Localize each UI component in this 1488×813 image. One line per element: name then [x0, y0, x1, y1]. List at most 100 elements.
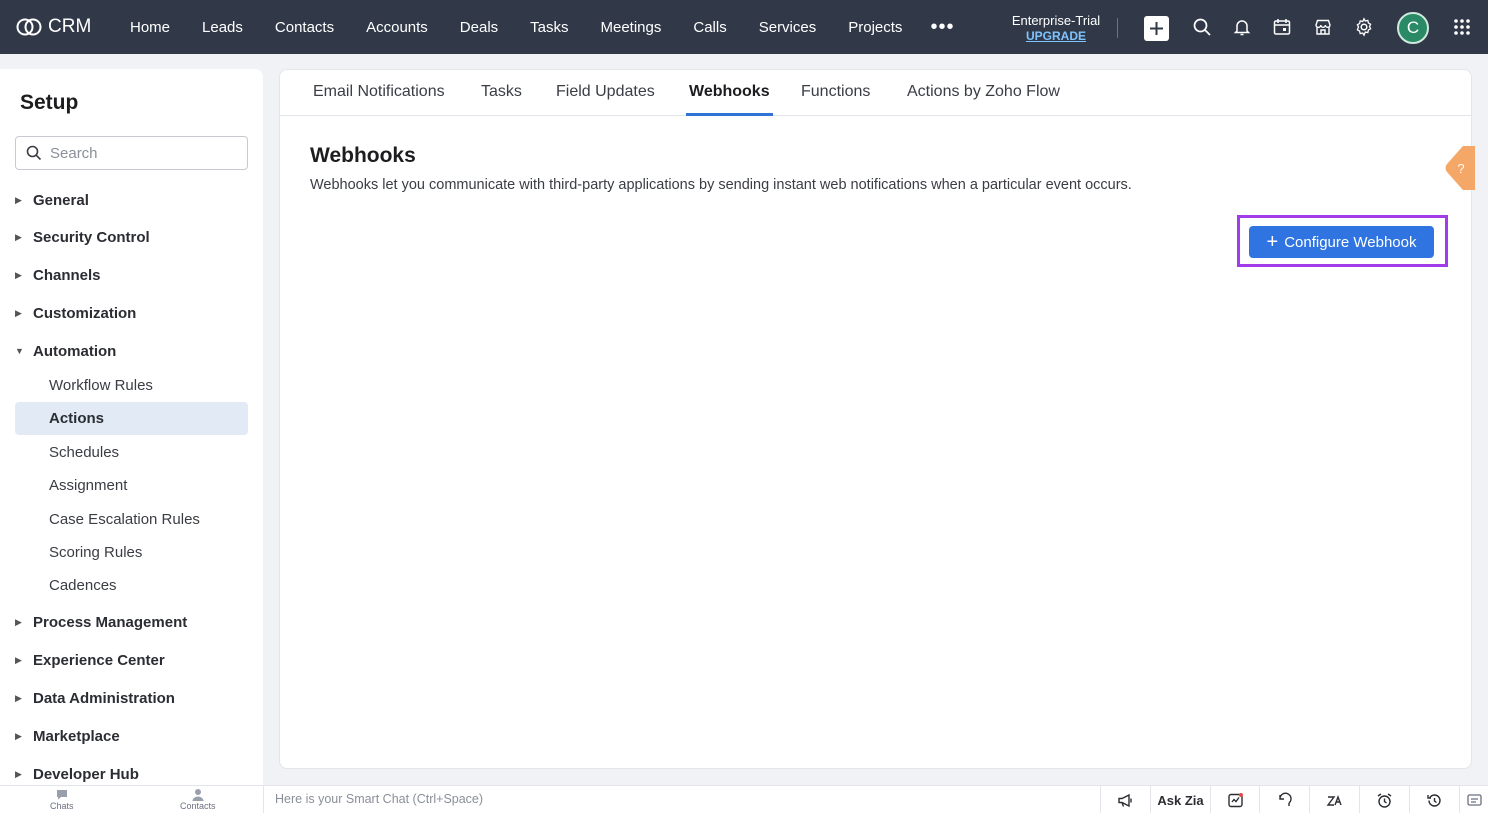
search-button[interactable] [1189, 14, 1215, 40]
sidebar-item-label: Automation [33, 342, 117, 360]
sidebar-item-label: General [33, 191, 89, 209]
configure-webhook-label: Configure Webhook [1284, 233, 1417, 251]
marketplace-button[interactable] [1310, 14, 1336, 40]
sidebar-item-customization[interactable]: ▶ Customization [15, 300, 136, 326]
help-tab-icon[interactable]: ? [1445, 146, 1475, 190]
crm-logo[interactable]: CRM [16, 16, 114, 38]
sidebar-item-scoring-rules[interactable]: Scoring Rules [15, 536, 248, 569]
alarm-button[interactable] [1359, 786, 1409, 813]
notifications-button[interactable] [1229, 14, 1255, 40]
create-new-button[interactable] [1144, 16, 1169, 41]
sidebar-item-general[interactable]: ▶ General [15, 187, 89, 213]
nav-projects[interactable]: Projects [832, 0, 918, 54]
sidebar-item-label: Process Management [33, 613, 188, 631]
messages-button[interactable] [1459, 786, 1488, 813]
caret-right-icon: ▶ [15, 194, 22, 205]
sidebar-item-channels[interactable]: ▶ Channels [15, 262, 101, 288]
history-icon [1427, 793, 1441, 807]
zia-signature-button[interactable] [1309, 786, 1359, 813]
search-icon [26, 145, 42, 161]
contact-person-icon [192, 789, 204, 801]
plus-icon [1150, 22, 1163, 35]
sidebar-item-process-management[interactable]: ▶ Process Management [15, 609, 187, 635]
sidebar-item-actions[interactable]: Actions [15, 402, 248, 435]
nav-home[interactable]: Home [114, 0, 186, 54]
nav-contacts[interactable]: Contacts [259, 0, 350, 54]
setup-sidebar: Setup ▶ General ▶ Security Control ▶ Cha… [0, 69, 263, 785]
smart-chat-input[interactable]: Here is your Smart Chat (Ctrl+Space) [263, 786, 1100, 813]
ask-zia-button[interactable]: Ask Zia [1150, 786, 1210, 813]
sidebar-item-experience-center[interactable]: ▶ Experience Center [15, 647, 165, 673]
activity-button[interactable] [1210, 786, 1260, 813]
actions-tabs: Email Notifications Tasks Field Updates … [280, 70, 1471, 116]
top-navigation-bar: CRM Home Leads Contacts Accounts Deals T… [0, 0, 1488, 54]
chat-bubble-icon [56, 790, 67, 800]
tab-tasks[interactable]: Tasks [478, 70, 525, 116]
nav-services[interactable]: Services [743, 0, 833, 54]
alarm-clock-icon [1377, 792, 1392, 808]
sidebar-item-schedules[interactable]: Schedules [15, 436, 248, 469]
caret-right-icon: ▶ [15, 231, 22, 242]
caret-right-icon: ▶ [15, 654, 22, 665]
nav-deals[interactable]: Deals [444, 0, 514, 54]
megaphone-icon [1118, 793, 1132, 807]
nav-accounts[interactable]: Accounts [350, 0, 444, 54]
sidebar-item-developer-hub[interactable]: ▶ Developer Hub [15, 761, 139, 785]
setup-search-input[interactable] [50, 144, 230, 162]
bottom-bar: Chats Contacts Here is your Smart Chat (… [0, 785, 1488, 813]
settings-button[interactable] [1351, 14, 1377, 40]
recent-history-button[interactable] [1409, 786, 1459, 813]
main-panel: Email Notifications Tasks Field Updates … [279, 69, 1475, 769]
tab-actions-by-zoho-flow[interactable]: Actions by Zoho Flow [904, 70, 1063, 116]
tab-functions[interactable]: Functions [798, 70, 873, 116]
message-icon [1466, 793, 1482, 806]
sync-icon [1279, 792, 1292, 806]
sidebar-item-label: Channels [33, 266, 101, 284]
sidebar-item-workflow-rules[interactable]: Workflow Rules [15, 369, 248, 402]
calendar-icon [1273, 19, 1291, 35]
sidebar-item-marketplace[interactable]: ▶ Marketplace [15, 723, 120, 749]
more-modules-icon[interactable]: ••• [918, 16, 966, 39]
sidebar-item-case-escalation-rules[interactable]: Case Escalation Rules [15, 503, 248, 536]
calendar-button[interactable] [1269, 14, 1295, 40]
caret-right-icon: ▶ [15, 269, 22, 280]
nav-calls[interactable]: Calls [677, 0, 742, 54]
activity-icon [1228, 792, 1243, 807]
sidebar-item-data-administration[interactable]: ▶ Data Administration [15, 685, 175, 711]
sidebar-item-cadences[interactable]: Cadences [15, 569, 248, 602]
sidebar-item-automation[interactable]: ▼ Automation [15, 338, 116, 364]
plus-icon: + [1266, 231, 1279, 253]
upgrade-link[interactable]: UPGRADE [1006, 29, 1106, 43]
caret-down-icon: ▼ [15, 346, 24, 356]
user-avatar[interactable]: C [1397, 12, 1429, 44]
zia-signature-icon [1326, 794, 1342, 806]
caret-right-icon: ▶ [15, 307, 22, 318]
configure-webhook-button[interactable]: + Configure Webhook [1249, 226, 1434, 258]
caret-right-icon: ▶ [15, 768, 22, 779]
gear-icon [1356, 17, 1372, 37]
chats-button[interactable]: Chats [50, 788, 74, 811]
sidebar-item-security-control[interactable]: ▶ Security Control [15, 224, 150, 250]
help-glyph: ? [1457, 161, 1464, 176]
sidebar-title: Setup [20, 91, 79, 114]
tab-email-notifications[interactable]: Email Notifications [310, 70, 448, 116]
tab-webhooks[interactable]: Webhooks [686, 70, 773, 116]
sidebar-item-label: Marketplace [33, 727, 120, 745]
contacts-label: Contacts [180, 801, 216, 811]
sync-button[interactable] [1259, 786, 1309, 813]
nav-meetings[interactable]: Meetings [585, 0, 678, 54]
nav-tasks[interactable]: Tasks [514, 0, 584, 54]
caret-right-icon: ▶ [15, 730, 22, 741]
setup-search [15, 136, 248, 170]
sidebar-item-label: Security Control [33, 228, 150, 246]
apps-grid-button[interactable] [1449, 14, 1475, 40]
contacts-button[interactable]: Contacts [180, 788, 216, 811]
search-icon [1193, 18, 1211, 36]
sidebar-item-assignment[interactable]: Assignment [15, 469, 248, 502]
sidebar-item-label: Data Administration [33, 689, 175, 707]
announcements-button[interactable] [1100, 786, 1150, 813]
brand-name: CRM [48, 16, 92, 37]
chats-label: Chats [50, 801, 74, 811]
nav-leads[interactable]: Leads [186, 0, 259, 54]
tab-field-updates[interactable]: Field Updates [553, 70, 658, 116]
